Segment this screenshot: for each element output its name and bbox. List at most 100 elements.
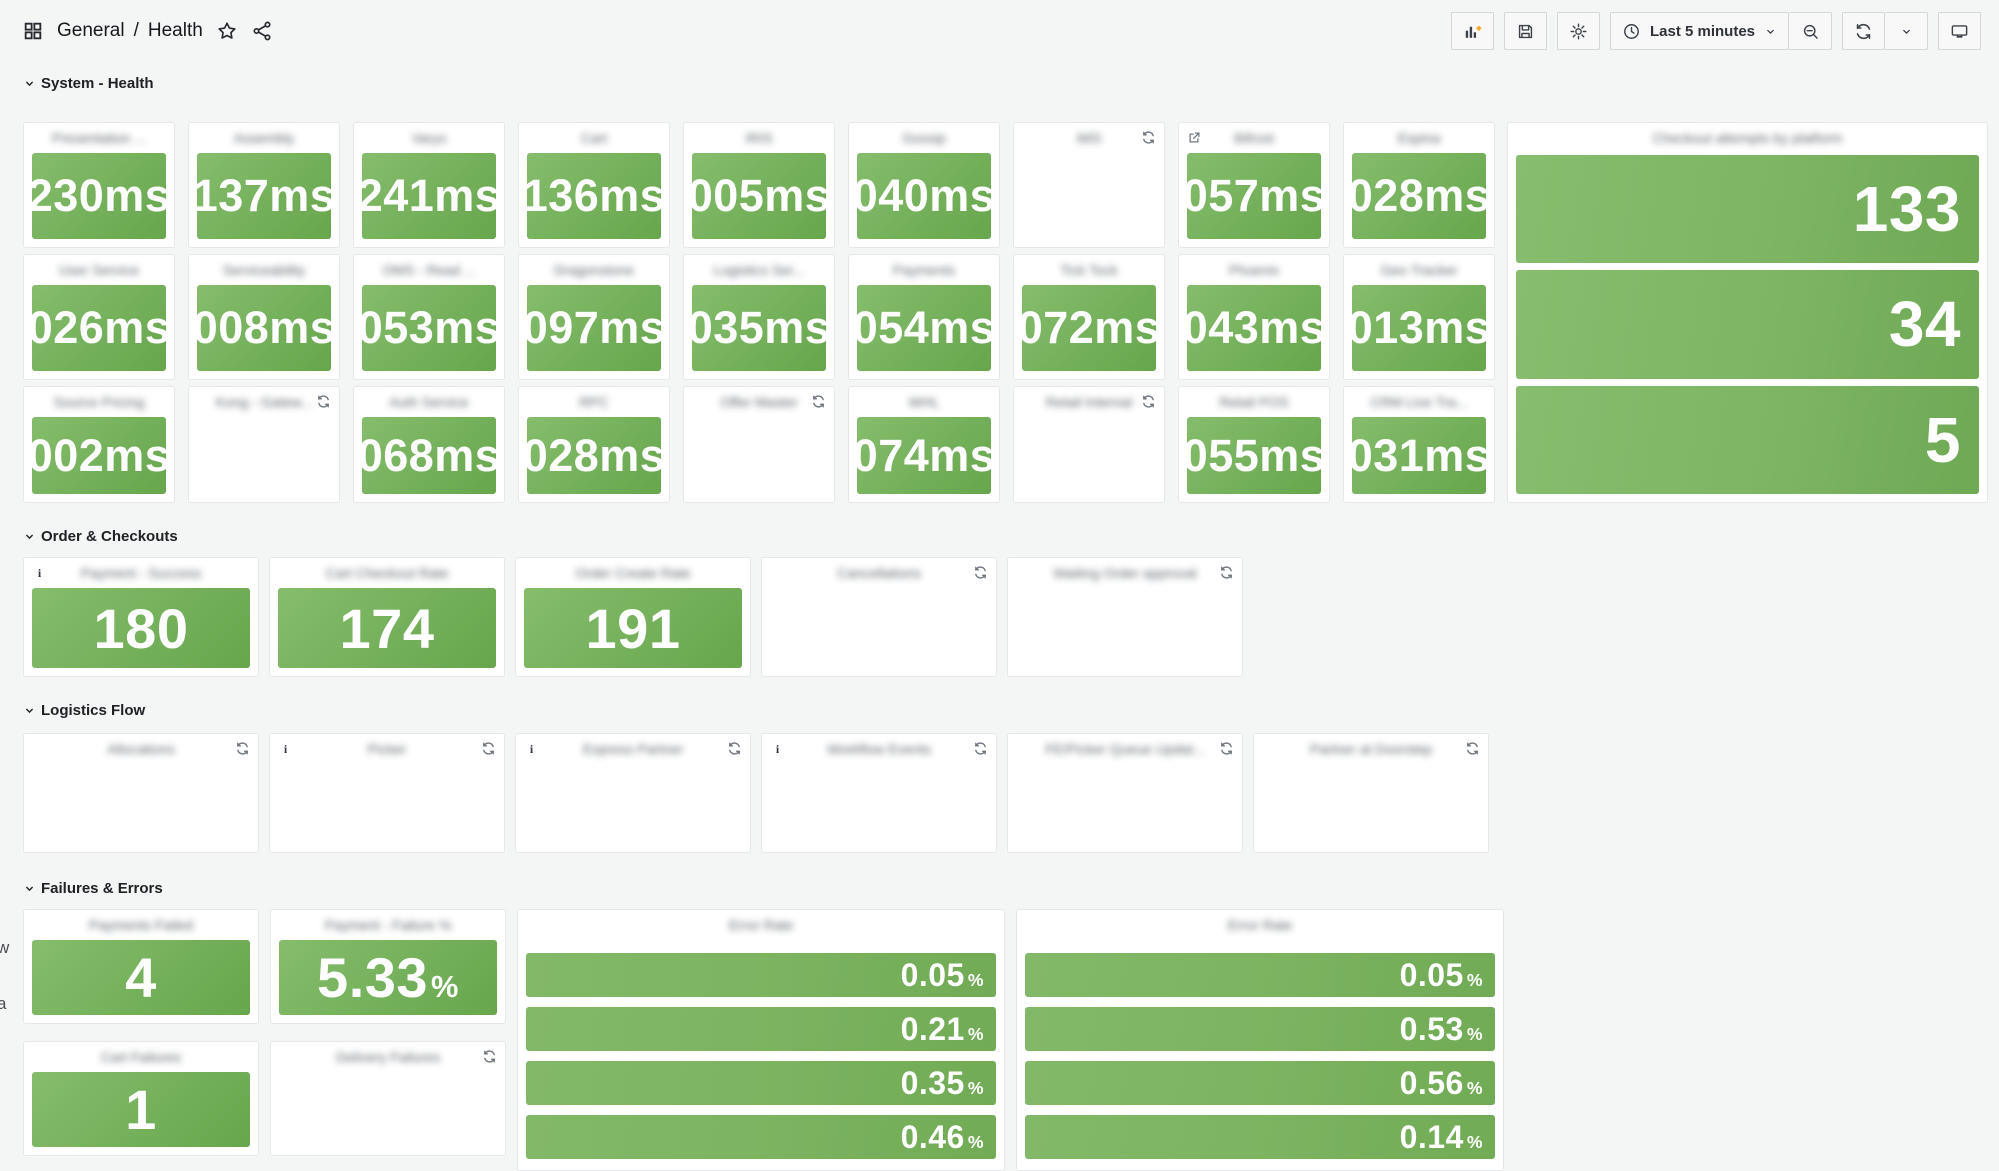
breadcrumb-page[interactable]: Health [148, 20, 203, 42]
share-icon[interactable] [251, 20, 273, 42]
stat-value-box: 002ms [32, 417, 166, 494]
section-toggle-system-health[interactable]: System - Health [23, 70, 154, 96]
dashboard-settings-button[interactable] [1557, 12, 1600, 50]
panel-title[interactable]: WHL [908, 394, 939, 410]
panel-title[interactable]: Tick Tock [1060, 262, 1118, 278]
section-toggle-failures-errors[interactable]: Failures & Errors [23, 875, 163, 901]
panel-title[interactable]: Auth Service [389, 394, 468, 410]
info-icon: i [770, 741, 785, 756]
panel-title[interactable]: Serviceability [223, 262, 305, 278]
panel-title[interactable]: Cancellations [837, 565, 921, 581]
section-toggle-order-checkouts[interactable]: Order & Checkouts [23, 523, 178, 549]
time-range-picker[interactable]: Last 5 minutes [1610, 12, 1789, 50]
panel-title[interactable]: Picker [368, 741, 407, 757]
panel-title[interactable]: CRM Live Tra... [1370, 394, 1467, 410]
panel-title[interactable]: Gossip [902, 130, 946, 146]
panel-title[interactable]: Error Rate [729, 917, 794, 933]
zoom-out-time-button[interactable] [1789, 12, 1832, 50]
value: 074ms [853, 430, 996, 482]
panel-title[interactable]: Kong - Gatew... [216, 394, 313, 410]
kiosk-mode-button[interactable] [1938, 12, 1981, 50]
panel-title[interactable]: Checkout attempts by platform [1653, 130, 1843, 146]
panel-title[interactable]: Cart Failures [101, 1049, 181, 1065]
dashboard-panels-area: System - HealthPresentation ...230msAsse… [0, 70, 1999, 1171]
external-link-icon[interactable] [1187, 130, 1202, 145]
panel-title[interactable]: Order Create Rate [575, 565, 690, 581]
panel-header: Bifrost [1179, 123, 1329, 153]
section-toggle-logistics-flow[interactable]: Logistics Flow [23, 697, 145, 723]
panel-title[interactable]: Retail Internal [1046, 394, 1132, 410]
panel-title[interactable]: Presentation ... [52, 130, 146, 146]
value: 013ms [1348, 302, 1491, 354]
panel-title[interactable]: Delivery Failures [336, 1049, 440, 1065]
panel-payment-success: iPayment - Success180 [23, 557, 259, 677]
panel-header: Payments [849, 255, 999, 285]
panel-title[interactable]: Espina [1398, 130, 1441, 146]
stat-value-box: 4 [32, 940, 250, 1015]
panel-bifrost: Bifrost057ms [1178, 122, 1330, 248]
panel-title[interactable]: Payment - Failure % [325, 917, 452, 933]
panel-crm-live-tra: CRM Live Tra... 031ms [1343, 386, 1495, 503]
chevron-down-icon [1900, 25, 1913, 38]
panel-header: User Service [24, 255, 174, 285]
panel-serviceability: Serviceability 008ms [188, 254, 340, 380]
stat-value-box: 008ms [197, 285, 331, 371]
stat-value-box: 055ms [1187, 417, 1321, 494]
panel-title[interactable]: User Service [59, 262, 139, 278]
panel-title[interactable]: Assembly [234, 130, 295, 146]
save-dashboard-button[interactable] [1504, 12, 1547, 50]
panel-title[interactable]: OMS - Read ... [382, 262, 475, 278]
panel-title[interactable]: Payment - Success [81, 565, 202, 581]
panel-title[interactable]: Payments Failed [89, 917, 193, 933]
panel-title[interactable]: Cart [581, 130, 607, 146]
panel-title[interactable]: Express Partner [583, 741, 683, 757]
panel-allocations: Allocations [23, 733, 259, 853]
chevron-down-icon [23, 882, 36, 895]
panel-title[interactable]: Allocations [107, 741, 175, 757]
value: 031ms [1348, 430, 1491, 482]
star-icon[interactable] [216, 20, 238, 42]
panel-title[interactable]: Partner at Doorstep [1310, 741, 1432, 757]
panel-title[interactable]: Retail POS [1219, 394, 1288, 410]
value: 002ms [28, 430, 171, 482]
panel-title[interactable]: Phoenix [1229, 262, 1280, 278]
panel-title[interactable]: Payments [893, 262, 955, 278]
panel-title[interactable]: Waiting Order approval [1053, 565, 1196, 581]
bar-row: 133 [1516, 155, 1979, 263]
panel-title[interactable]: Cart Checkout Rate [326, 565, 449, 581]
chevron-down-icon [1764, 25, 1777, 38]
panel-title[interactable]: Workflow Events [827, 741, 931, 757]
value: 5 [1925, 403, 1961, 477]
breadcrumb-separator: / [134, 20, 139, 42]
stat-value-box: 005ms [692, 153, 826, 239]
add-panel-button[interactable] [1451, 12, 1494, 50]
panel-title[interactable]: Bifrost [1234, 130, 1274, 146]
refresh-dashboard-button[interactable] [1842, 12, 1885, 50]
panel-oms-read: OMS - Read ...053ms [353, 254, 505, 380]
panel-header: Cart Checkout Rate [270, 558, 504, 588]
breadcrumb-dashboard-folder[interactable]: General [57, 20, 125, 42]
apps-grid-icon[interactable] [22, 20, 44, 42]
panel-header: Checkout attempts by platform [1508, 123, 1987, 153]
panel-title[interactable]: IRIS [745, 130, 772, 146]
stat-value-box: 137ms [197, 153, 331, 239]
panel-payment-failure: Payment - Failure %5.33% [270, 909, 506, 1024]
panel-title[interactable]: Source Pricing [53, 394, 144, 410]
panel-title[interactable]: Dragonstone [554, 262, 634, 278]
panel-retail-pos: Retail POS 055ms [1178, 386, 1330, 503]
panel-body-empty [684, 417, 834, 502]
panel-title[interactable]: IMS [1077, 130, 1102, 146]
refresh-icon [1219, 565, 1234, 580]
panel-title[interactable]: RPC [579, 394, 609, 410]
refresh-interval-dropdown[interactable] [1885, 12, 1928, 50]
panel-body-empty [762, 764, 996, 852]
panel-title[interactable]: FE/Picker Queue Updat... [1045, 741, 1205, 757]
panel-title[interactable]: Error Rate [1228, 917, 1293, 933]
refresh-icon [1141, 130, 1156, 145]
stat-value-box: 180 [32, 588, 250, 668]
panel-title[interactable]: Offer Master [720, 394, 798, 410]
value: 1 [125, 1077, 157, 1142]
panel-title[interactable]: Varys [412, 130, 447, 146]
panel-title[interactable]: Logistics Ser... [713, 262, 804, 278]
panel-title[interactable]: Geo Tracker [1380, 262, 1457, 278]
